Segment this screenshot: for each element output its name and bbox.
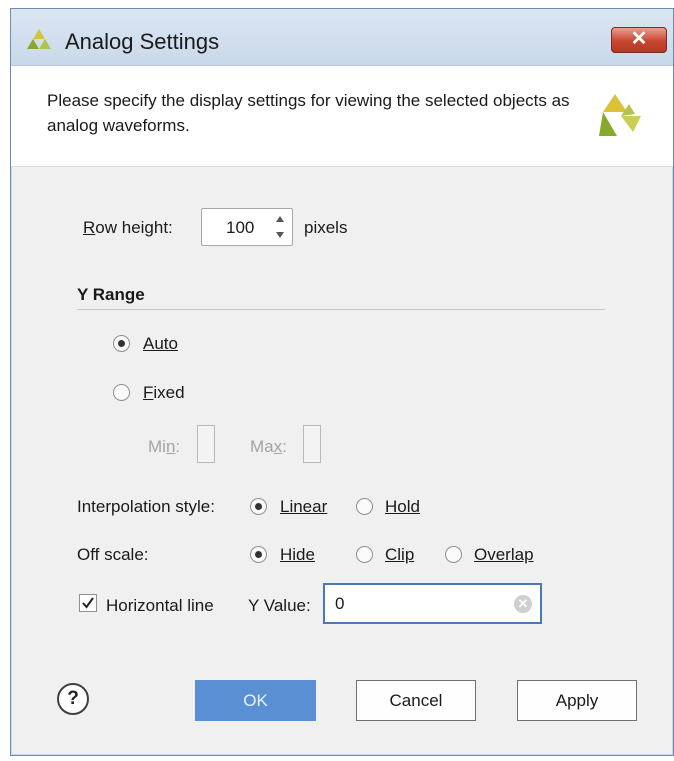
off-scale-overlap-label[interactable]: Overlap [474,545,534,565]
apply-button[interactable]: Apply [517,680,637,721]
row-height-value: 100 [226,218,255,237]
interpolation-linear-radio[interactable] [250,498,267,515]
row-height-label: Row height: [83,218,173,237]
y-value-input[interactable] [333,591,507,617]
y-value-input-box[interactable]: ✕ [323,583,542,624]
dialog-header: Please specify the display settings for … [11,66,673,167]
horizontal-line-label[interactable]: Horizontal line [106,596,214,616]
off-scale-label: Off scale: [77,545,149,564]
y-range-fixed-radio[interactable] [113,384,130,401]
y-range-max-label: Max: [250,437,287,456]
window-title: Analog Settings [65,29,220,54]
header-description: Please specify the display settings for … [47,91,570,135]
off-scale-clip-label[interactable]: Clip [385,545,414,565]
row-height-unit: pixels [304,218,348,237]
checkmark-icon [82,597,94,609]
interpolation-hold-label[interactable]: Hold [385,497,420,517]
y-range-separator [77,309,605,310]
analog-settings-dialog: Analog Settings ✕ Please specify the dis… [10,8,674,756]
cancel-button[interactable]: Cancel [356,680,476,721]
clear-input-icon[interactable]: ✕ [514,595,532,613]
row-height-spinner[interactable]: 100 [201,208,293,246]
off-scale-hide-radio[interactable] [250,546,267,563]
y-range-min-label: Min: [148,437,181,456]
y-range-auto-label[interactable]: Auto [143,334,178,354]
title-bar[interactable]: Analog Settings ✕ [11,9,673,66]
close-button[interactable]: ✕ [611,27,667,53]
spinner-arrows-icon[interactable] [274,213,286,241]
y-range-min-input[interactable] [197,425,215,463]
y-range-fixed-label[interactable]: Fixed [143,383,185,403]
ok-button[interactable]: OK [195,680,316,721]
off-scale-hide-label[interactable]: Hide [280,545,315,565]
off-scale-overlap-radio[interactable] [445,546,462,563]
vivado-logo-icon [599,94,641,136]
horizontal-line-checkbox[interactable] [79,594,97,612]
interpolation-hold-radio[interactable] [356,498,373,515]
interpolation-style-label: Interpolation style: [77,497,215,516]
y-range-heading: Y Range [77,285,145,304]
help-icon[interactable]: ? [57,683,89,715]
interpolation-linear-label[interactable]: Linear [280,497,327,517]
y-range-auto-radio[interactable] [113,335,130,352]
y-range-max-input[interactable] [303,425,321,463]
vivado-logo-icon [27,29,51,49]
off-scale-clip-radio[interactable] [356,546,373,563]
y-value-label: Y Value: [248,596,311,615]
